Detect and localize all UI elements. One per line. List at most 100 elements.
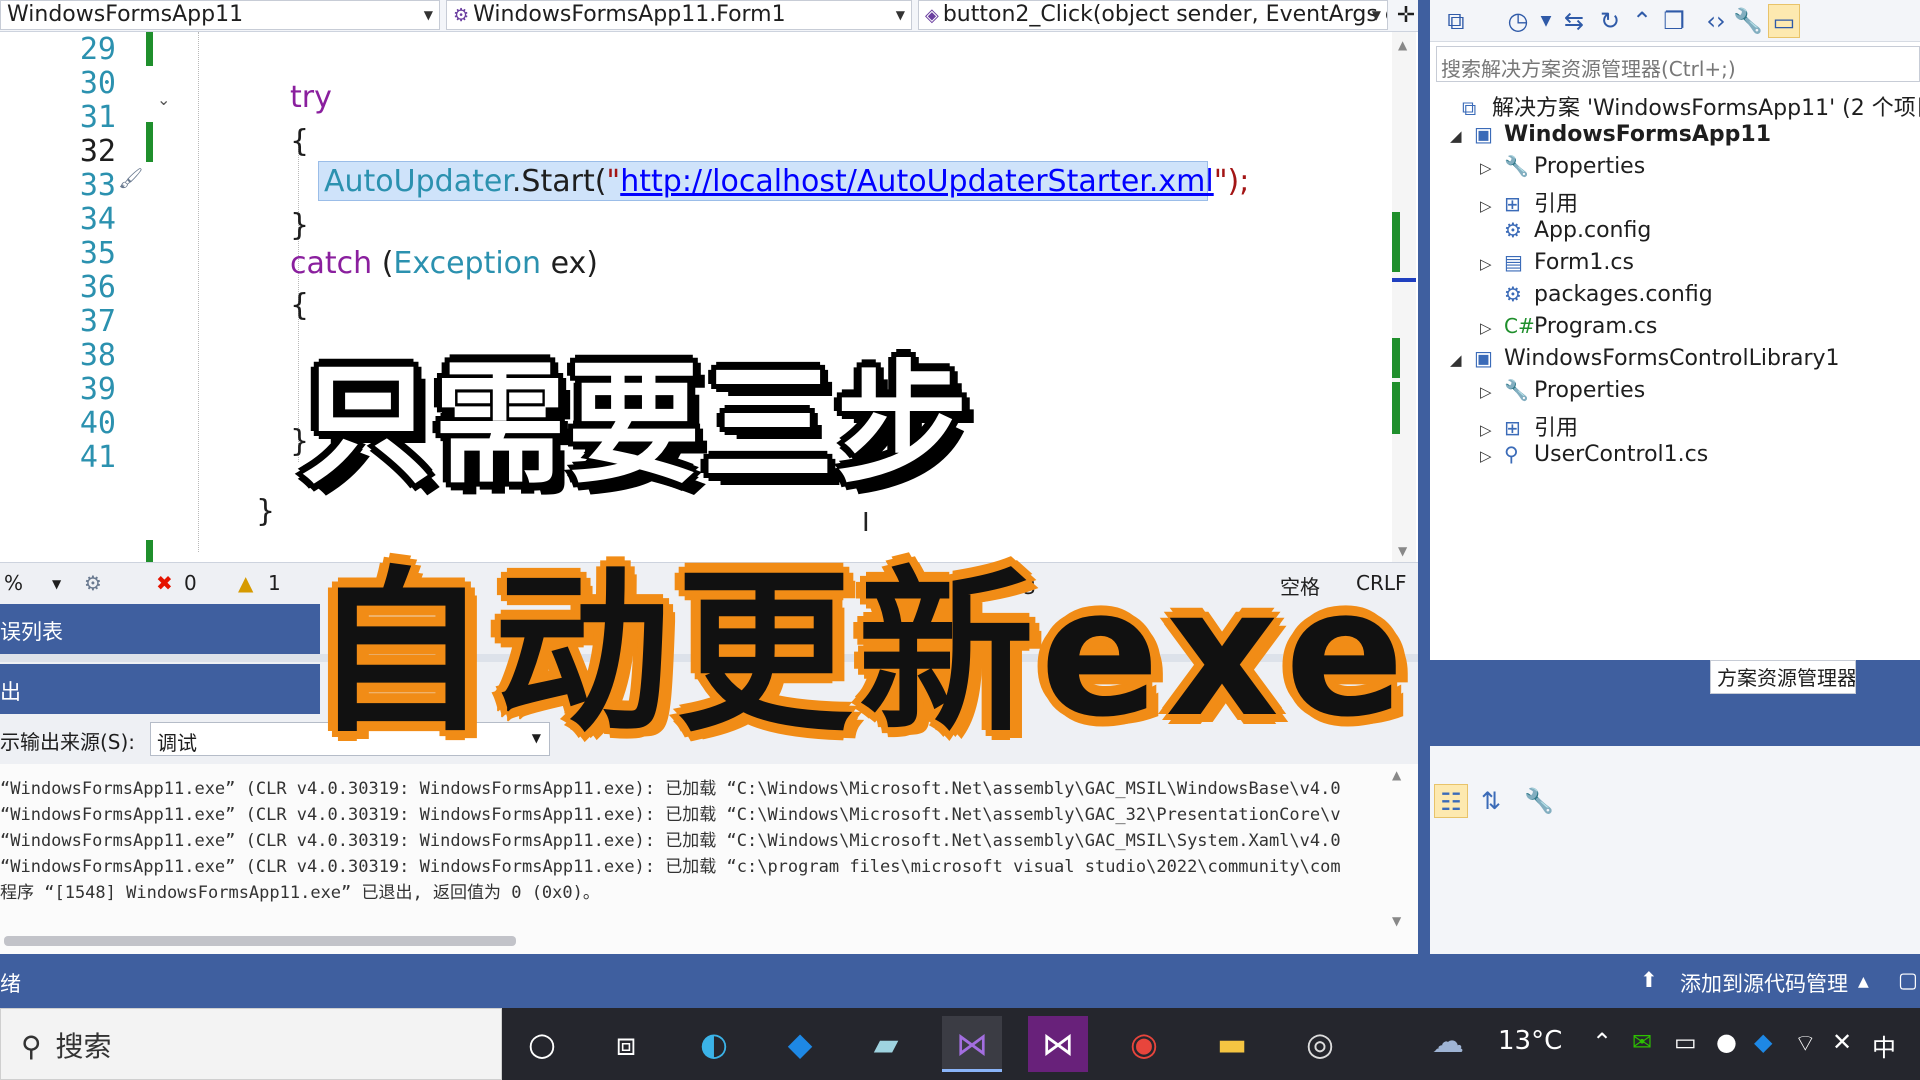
tree-item-solution[interactable]: ⧉ 解决方案 'WindowsFormsApp11' (2 个项目,: [1462, 90, 1920, 122]
taskbar-search-box[interactable]: ⚲ 搜索: [0, 1008, 502, 1080]
output-line: 程序 “[1548] WindowsFormsApp11.exe” 已退出, 返…: [0, 883, 600, 903]
output-horizontal-scrollbar[interactable]: [4, 936, 516, 946]
tray-chevron-up-icon[interactable]: ⌃: [1592, 1028, 1612, 1056]
visual-studio-icon[interactable]: ⋈: [942, 1016, 1002, 1072]
collapsed-arrow-icon[interactable]: ▷: [1480, 319, 1504, 337]
tree-label: packages.config: [1534, 282, 1713, 307]
cortana-icon[interactable]: ○: [512, 1016, 572, 1072]
code-line-34: catch (Exception ex): [290, 246, 598, 281]
tree-item-app-config[interactable]: ⚙ App.config: [1504, 218, 1651, 243]
tree-item-references[interactable]: ▷ ⊞ 引用: [1480, 186, 1578, 218]
output-window[interactable]: “WindowsFormsApp11.exe” (CLR v4.0.30319:…: [0, 764, 1418, 954]
code-line-40: }: [256, 494, 275, 529]
collapse-chevron-icon[interactable]: ⌄: [157, 90, 170, 109]
chrome-dev-icon[interactable]: ◉: [1114, 1016, 1174, 1072]
output-header[interactable]: 出: [0, 664, 320, 714]
error-list-header[interactable]: 误列表: [0, 604, 320, 654]
preview-icon[interactable]: ▭: [1768, 4, 1800, 38]
scroll-up-icon[interactable]: ▲: [1398, 38, 1407, 52]
properties-panel: ☷ ⇅ 🔧: [1430, 746, 1920, 954]
collapsed-arrow-icon[interactable]: ▷: [1480, 159, 1504, 177]
collapsed-arrow-icon[interactable]: ▷: [1480, 197, 1504, 215]
edge-icon[interactable]: ◐: [684, 1016, 744, 1072]
wifi-icon[interactable]: ⌔: [1794, 1028, 1817, 1058]
panel-splitter[interactable]: [1418, 0, 1430, 954]
notifications-icon[interactable]: ▢: [1898, 968, 1918, 992]
refresh-icon[interactable]: ↻: [1594, 4, 1626, 38]
class-icon: ⚙: [453, 5, 470, 26]
class-dropdown-label: WindowsFormsApp11.Form1: [473, 2, 786, 27]
chevron-down-icon[interactable]: ▼: [52, 577, 61, 591]
collapsed-arrow-icon[interactable]: ▷: [1480, 255, 1504, 273]
show-all-files-icon[interactable]: ❐: [1658, 4, 1690, 38]
microphone-icon[interactable]: ●: [1716, 1028, 1737, 1056]
editor-vertical-scrollbar[interactable]: ▲ ▼: [1392, 32, 1416, 562]
brace: }: [256, 494, 276, 529]
split-window-icon[interactable]: ✛: [1392, 2, 1420, 30]
collapsed-arrow-icon[interactable]: ▷: [1480, 447, 1504, 465]
brace: }: [290, 208, 310, 243]
weather-temperature[interactable]: 13°C: [1498, 1026, 1562, 1056]
collapsed-arrow-icon[interactable]: ▷: [1480, 421, 1504, 439]
expanded-arrow-icon[interactable]: ◢: [1450, 351, 1474, 369]
wechat-icon[interactable]: ✉: [1632, 1028, 1652, 1056]
add-to-source-control-button[interactable]: 添加到源代码管理: [1680, 968, 1848, 998]
battery-icon[interactable]: ▭: [1674, 1028, 1697, 1056]
volume-muted-icon[interactable]: ✕: [1832, 1028, 1852, 1056]
tree-label: 引用: [1534, 416, 1579, 441]
project-dropdown[interactable]: WindowsFormsApp11 ▼: [0, 0, 440, 30]
feishu-tray-icon[interactable]: ◆: [1754, 1028, 1772, 1056]
notepad-icon[interactable]: ▰: [856, 1016, 916, 1072]
weather-cloud-icon[interactable]: ☁: [1432, 1022, 1464, 1060]
chevron-down-icon: ▼: [1371, 8, 1381, 22]
obs-icon[interactable]: ◎: [1290, 1016, 1350, 1072]
quick-action-brush-icon[interactable]: 🖌: [118, 166, 143, 190]
tree-item-properties[interactable]: ▷ 🔧 Properties: [1480, 154, 1645, 179]
catch-keyword: catch: [290, 246, 373, 281]
error-count[interactable]: 0: [184, 571, 197, 595]
tab-solution-explorer[interactable]: 方案资源管理器: [1710, 660, 1856, 694]
code-view-icon[interactable]: ‹›: [1700, 4, 1732, 38]
tree-item-packages-config[interactable]: ⚙ packages.config: [1504, 282, 1713, 307]
file-explorer-icon[interactable]: ▬: [1202, 1016, 1262, 1072]
tree-item-program[interactable]: ▷ C#Program.cs: [1480, 314, 1657, 339]
tree-item-project1[interactable]: ◢ ▣ WindowsFormsApp11: [1450, 122, 1771, 147]
solution-search-input[interactable]: 搜索解决方案资源管理器(Ctrl+;): [1436, 46, 1920, 82]
error-list-title: 误列表: [0, 620, 63, 644]
scroll-up-icon[interactable]: ▲: [1392, 768, 1401, 782]
categorized-icon[interactable]: ☷: [1434, 784, 1468, 818]
zoom-level[interactable]: %: [4, 571, 23, 595]
url-link[interactable]: http://localhost/AutoUpdaterStarter.xml: [620, 164, 1213, 199]
indent-guide: [198, 32, 199, 552]
collapsed-arrow-icon[interactable]: ▷: [1480, 383, 1504, 401]
tree-item-form1[interactable]: ▷ ▤ Form1.cs: [1480, 250, 1634, 275]
line-number: 34: [79, 202, 116, 237]
warning-count[interactable]: 1: [268, 571, 281, 595]
property-pages-wrench-icon[interactable]: 🔧: [1522, 784, 1556, 818]
change-marker: [146, 32, 153, 66]
member-dropdown-label: button2_Click(object sender, EventArgs e…: [942, 2, 1388, 27]
tree-item-project2[interactable]: ◢ ▣ WindowsFormsControlLibrary1: [1450, 346, 1840, 371]
sync-icon[interactable]: ⇆: [1558, 4, 1590, 38]
health-icon[interactable]: ⚙: [84, 571, 102, 595]
switch-views-icon[interactable]: ⧉: [1440, 4, 1472, 38]
output-vertical-scrollbar[interactable]: ▲ ▼: [1386, 764, 1414, 954]
expanded-arrow-icon[interactable]: ◢: [1450, 127, 1474, 145]
tree-item-references-2[interactable]: ▷ ⊞ 引用: [1480, 410, 1578, 442]
ime-indicator[interactable]: 中: [1872, 1028, 1896, 1063]
visual-studio-alt-icon[interactable]: ⋈: [1028, 1016, 1088, 1072]
error-icon: ✖: [156, 571, 173, 595]
chevron-up-icon[interactable]: ▲: [1858, 974, 1869, 990]
output-title: 出: [0, 680, 21, 704]
tree-item-usercontrol1[interactable]: ▷ ⚲ UserControl1.cs: [1480, 442, 1708, 467]
scroll-down-icon[interactable]: ▼: [1392, 914, 1401, 928]
collapse-all-icon[interactable]: ⌃: [1626, 4, 1658, 38]
sort-alphabetical-icon[interactable]: ⇅: [1474, 784, 1508, 818]
class-dropdown[interactable]: ⚙ WindowsFormsApp11.Form1 ▼: [446, 0, 912, 30]
properties-wrench-icon[interactable]: 🔧: [1732, 4, 1764, 38]
taskbar-search-label: 搜索: [55, 1030, 112, 1063]
tree-item-properties-2[interactable]: ▷ 🔧 Properties: [1480, 378, 1645, 403]
member-dropdown[interactable]: ◈ button2_Click(object sender, EventArgs …: [918, 0, 1388, 30]
task-view-icon[interactable]: ⧈: [596, 1016, 656, 1072]
feishu-icon[interactable]: ◆: [770, 1016, 830, 1072]
